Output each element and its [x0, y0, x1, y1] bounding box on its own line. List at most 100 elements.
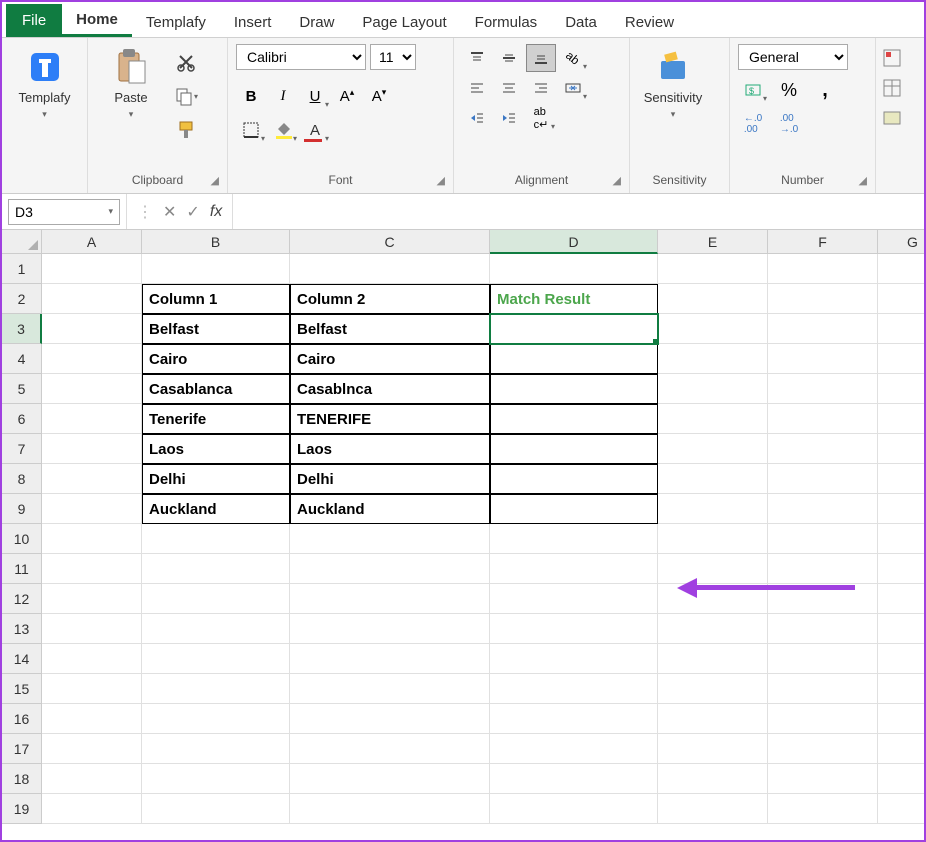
cell-G18[interactable]: [878, 764, 924, 794]
row-header-12[interactable]: 12: [2, 584, 42, 614]
cell-B7[interactable]: Laos: [142, 434, 290, 464]
cell-D16[interactable]: [490, 704, 658, 734]
name-box[interactable]: D3▾: [8, 199, 120, 225]
row-header-3[interactable]: 3: [2, 314, 42, 344]
cell-A11[interactable]: [42, 554, 142, 584]
fill-color-button[interactable]: ▾: [268, 116, 298, 144]
cell-C5[interactable]: Casablnca: [290, 374, 490, 404]
cell-A10[interactable]: [42, 524, 142, 554]
row-header-14[interactable]: 14: [2, 644, 42, 674]
row-header-1[interactable]: 1: [2, 254, 42, 284]
cell-C1[interactable]: [290, 254, 490, 284]
cell-E16[interactable]: [658, 704, 768, 734]
cell-D9[interactable]: [490, 494, 658, 524]
cell-C11[interactable]: [290, 554, 490, 584]
cell-F3[interactable]: [768, 314, 878, 344]
cell-F7[interactable]: [768, 434, 878, 464]
align-center-button[interactable]: [494, 74, 524, 102]
cell-D6[interactable]: [490, 404, 658, 434]
cell-E2[interactable]: [658, 284, 768, 314]
cell-D15[interactable]: [490, 674, 658, 704]
cell-F18[interactable]: [768, 764, 878, 794]
font-dialog-launcher[interactable]: ◢: [437, 174, 445, 187]
cell-B17[interactable]: [142, 734, 290, 764]
cell-E18[interactable]: [658, 764, 768, 794]
merge-button[interactable]: ▾: [558, 74, 588, 102]
col-header-D[interactable]: D: [490, 230, 658, 254]
cell-B9[interactable]: Auckland: [142, 494, 290, 524]
col-header-E[interactable]: E: [658, 230, 768, 254]
cell-D4[interactable]: [490, 344, 658, 374]
tab-file[interactable]: File: [6, 4, 62, 37]
cell-A13[interactable]: [42, 614, 142, 644]
font-size-select[interactable]: 11: [370, 44, 416, 70]
row-header-2[interactable]: 2: [2, 284, 42, 314]
cell-F14[interactable]: [768, 644, 878, 674]
col-header-A[interactable]: A: [42, 230, 142, 254]
cell-E7[interactable]: [658, 434, 768, 464]
tab-templafy[interactable]: Templafy: [132, 6, 220, 37]
cell-E8[interactable]: [658, 464, 768, 494]
cell-C3[interactable]: Belfast: [290, 314, 490, 344]
cell-F1[interactable]: [768, 254, 878, 284]
tab-draw[interactable]: Draw: [285, 6, 348, 37]
cell-A18[interactable]: [42, 764, 142, 794]
cell-F13[interactable]: [768, 614, 878, 644]
col-header-F[interactable]: F: [768, 230, 878, 254]
cell-B4[interactable]: Cairo: [142, 344, 290, 374]
cell-A2[interactable]: [42, 284, 142, 314]
row-header-5[interactable]: 5: [2, 374, 42, 404]
cell-E19[interactable]: [658, 794, 768, 824]
cell-B15[interactable]: [142, 674, 290, 704]
cell-A7[interactable]: [42, 434, 142, 464]
cell-F9[interactable]: [768, 494, 878, 524]
number-format-select[interactable]: General: [738, 44, 848, 70]
cell-E1[interactable]: [658, 254, 768, 284]
cell-B2[interactable]: Column 1: [142, 284, 290, 314]
cell-F4[interactable]: [768, 344, 878, 374]
align-right-button[interactable]: [526, 74, 556, 102]
increase-font-button[interactable]: A▴: [332, 82, 362, 110]
cell-G8[interactable]: [878, 464, 924, 494]
alignment-dialog-launcher[interactable]: ◢: [613, 174, 621, 187]
cell-D11[interactable]: [490, 554, 658, 584]
row-header-6[interactable]: 6: [2, 404, 42, 434]
bold-button[interactable]: B: [236, 82, 266, 110]
sensitivity-button[interactable]: Sensitivity ▾: [638, 44, 708, 124]
cell-C16[interactable]: [290, 704, 490, 734]
cell-F5[interactable]: [768, 374, 878, 404]
format-painter-button[interactable]: [172, 116, 200, 144]
cell-D7[interactable]: [490, 434, 658, 464]
cell-D8[interactable]: [490, 464, 658, 494]
cell-C8[interactable]: Delhi: [290, 464, 490, 494]
cell-G1[interactable]: [878, 254, 924, 284]
cell-G12[interactable]: [878, 584, 924, 614]
cell-F17[interactable]: [768, 734, 878, 764]
cell-C2[interactable]: Column 2: [290, 284, 490, 314]
cell-E5[interactable]: [658, 374, 768, 404]
col-header-C[interactable]: C: [290, 230, 490, 254]
cell-C9[interactable]: Auckland: [290, 494, 490, 524]
cell-C15[interactable]: [290, 674, 490, 704]
tab-review[interactable]: Review: [611, 6, 688, 37]
row-header-8[interactable]: 8: [2, 464, 42, 494]
cell-F19[interactable]: [768, 794, 878, 824]
formula-input[interactable]: [233, 199, 924, 225]
cell-E15[interactable]: [658, 674, 768, 704]
cell-C19[interactable]: [290, 794, 490, 824]
templafy-button[interactable]: Templafy ▾: [10, 44, 79, 124]
cell-C10[interactable]: [290, 524, 490, 554]
accounting-format-button[interactable]: $▾: [738, 76, 768, 104]
row-header-7[interactable]: 7: [2, 434, 42, 464]
cell-A9[interactable]: [42, 494, 142, 524]
cell-A17[interactable]: [42, 734, 142, 764]
copy-button[interactable]: ▾: [172, 82, 200, 110]
cell-D14[interactable]: [490, 644, 658, 674]
cell-B10[interactable]: [142, 524, 290, 554]
cell-E13[interactable]: [658, 614, 768, 644]
select-all-corner[interactable]: [2, 230, 42, 254]
decrease-font-button[interactable]: A▾: [364, 82, 394, 110]
tab-data[interactable]: Data: [551, 6, 611, 37]
cell-F15[interactable]: [768, 674, 878, 704]
cell-F10[interactable]: [768, 524, 878, 554]
